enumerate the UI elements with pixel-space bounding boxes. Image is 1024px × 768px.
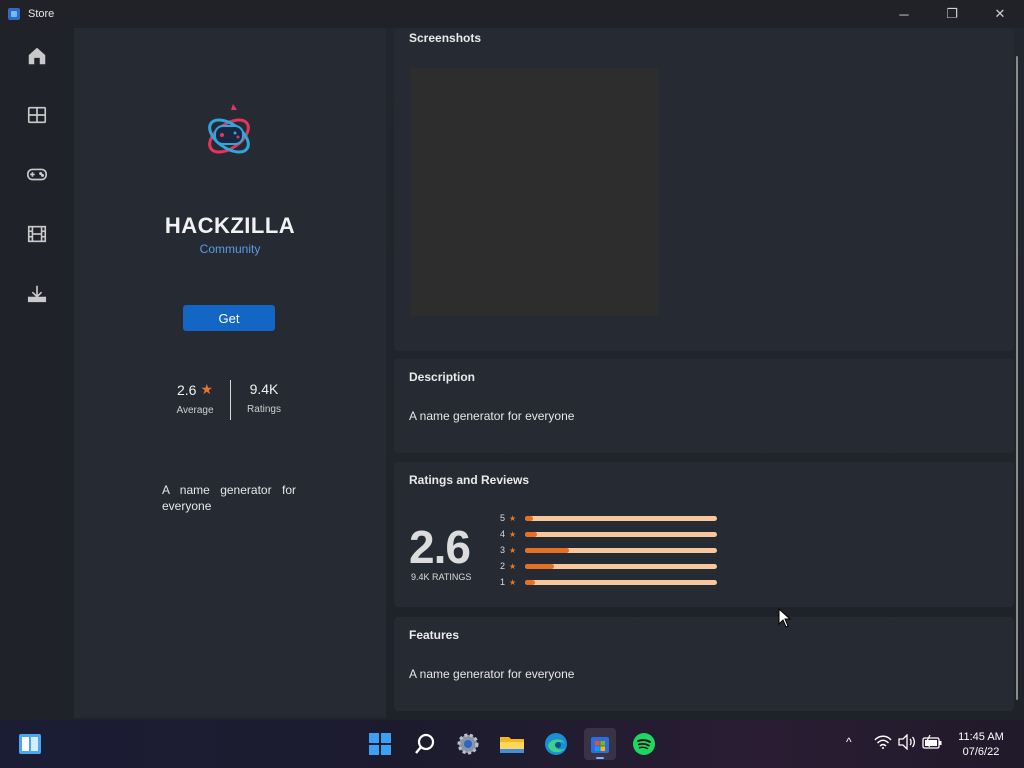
spotify-button[interactable] (628, 728, 660, 760)
features-heading: Features (409, 628, 460, 642)
start-button[interactable] (364, 728, 396, 760)
rating-bar-fill (525, 579, 535, 585)
apps-grid-icon (27, 106, 47, 124)
start-icon (369, 733, 391, 755)
screenshots-section: Screenshots (394, 28, 1014, 351)
film-icon (27, 225, 47, 243)
description-section: Description A name generator for everyon… (394, 359, 1014, 453)
short-description: A name generator for everyone (162, 483, 296, 513)
app-title: HACKZILLA (164, 213, 296, 238)
rating-bar-fill (525, 531, 537, 537)
rating-bar-fill (525, 547, 570, 553)
ratings-heading: Ratings and Reviews (409, 473, 530, 487)
publisher-link[interactable]: Community (74, 242, 386, 256)
settings-button[interactable] (452, 728, 484, 760)
sidebar-item-movies[interactable] (22, 219, 52, 249)
app-logo (208, 104, 250, 154)
stat-divider (230, 380, 231, 420)
screenshot-thumbnail[interactable] (410, 68, 658, 316)
mouse-cursor-icon (778, 608, 792, 628)
widgets-button[interactable] (14, 728, 46, 760)
search-icon (415, 733, 435, 754)
rating-bar-track (525, 531, 717, 537)
star-icon: ★ (200, 381, 214, 397)
rating-bar-fill (525, 563, 554, 569)
app-details-panel: HACKZILLA Community Get 2.6 ★ Average 9.… (74, 28, 386, 718)
minimize-button[interactable]: ─ (880, 0, 928, 28)
sidebar-item-apps[interactable] (22, 100, 52, 130)
get-button[interactable]: Get (183, 305, 275, 331)
widgets-icon (19, 734, 41, 754)
star-icon: ★ (509, 545, 517, 555)
clock-date: 07/6/22 (962, 746, 1000, 758)
big-rating-value: 2.6 (409, 521, 471, 573)
average-rating-value: 2.6 (176, 381, 197, 398)
tray-chevron-icon[interactable]: ^ (846, 735, 860, 749)
battery-icon[interactable] (922, 734, 942, 750)
ratings-count-value: 9.4K (249, 381, 279, 397)
settings-icon (457, 733, 479, 755)
rating-bar-row: 4 ★ (500, 529, 717, 539)
rating-bar-stars-label: 5 (500, 513, 506, 523)
edge-icon (545, 733, 567, 755)
star-icon: ★ (509, 577, 517, 587)
home-icon (28, 47, 46, 65)
clock-time: 11:45 AM (958, 731, 1004, 743)
maximize-button[interactable]: ❐ (928, 0, 976, 28)
window-title: Store (28, 8, 55, 20)
spotify-icon (633, 733, 655, 755)
title-bar: Store ─ ❐ ✕ (0, 0, 1024, 28)
rating-bar-fill (525, 515, 533, 521)
edge-button[interactable] (540, 728, 572, 760)
rating-bar-stars-label: 3 (500, 545, 506, 555)
close-button[interactable]: ✕ (976, 0, 1024, 28)
rating-bar-stars-label: 2 (500, 561, 506, 571)
window-controls: ─ ❐ ✕ (880, 0, 1024, 28)
rating-bar-track (525, 563, 717, 569)
rating-bar-track (525, 547, 717, 553)
features-section: Features A name generator for everyone (394, 617, 1014, 711)
rating-bar-row: 2 ★ (500, 561, 717, 571)
search-button[interactable] (409, 728, 441, 760)
rating-bar-stars-label: 1 (500, 577, 506, 587)
volume-icon[interactable] (898, 734, 916, 750)
taskbar: ^ 11:45 AM 07/6/22 (0, 720, 1024, 768)
store-icon (591, 737, 609, 753)
star-icon: ★ (509, 561, 517, 571)
rating-bar-row: 1 ★ (500, 577, 717, 587)
rating-bar-track (525, 515, 717, 521)
ratings-count-label: Ratings (247, 404, 281, 415)
download-icon (27, 285, 47, 303)
rating-bar-track (525, 579, 717, 585)
average-rating-stat: 2.6 ★ Average (170, 381, 220, 416)
sidebar-nav (0, 28, 74, 720)
screenshots-heading: Screenshots (409, 31, 482, 45)
rating-bar-row: 5 ★ (500, 513, 717, 523)
taskbar-clock[interactable]: 11:45 AM 07/6/22 (950, 730, 1012, 760)
sidebar-item-library[interactable] (22, 279, 52, 309)
average-rating-label: Average (176, 405, 214, 416)
store-taskbar-button[interactable] (584, 728, 616, 760)
sidebar-item-home[interactable] (22, 41, 52, 71)
ratings-count-caption: 9.4K RATINGS (411, 572, 472, 582)
system-tray: ^ (846, 734, 942, 750)
gamepad-icon (27, 168, 47, 181)
star-icon: ★ (509, 529, 517, 539)
file-explorer-button[interactable] (496, 728, 528, 760)
sidebar-item-gaming[interactable] (22, 159, 52, 189)
wifi-icon[interactable] (874, 734, 892, 750)
star-icon: ★ (509, 513, 517, 523)
file-explorer-icon (500, 737, 524, 753)
rating-bar-row: 3 ★ (500, 545, 717, 555)
ratings-section: Ratings and Reviews 2.6 9.4K RATINGS 5 ★ 4… (394, 462, 1014, 607)
rating-bar-stars-label: 4 (500, 529, 506, 539)
store-window: Store ─ ❐ ✕ HACKZILLA Community Get 2.6 … (0, 0, 1024, 720)
ratings-count-stat: 9.4K Ratings (240, 381, 288, 415)
store-app-icon (8, 8, 20, 20)
vertical-scrollbar[interactable] (1016, 56, 1018, 700)
description-heading: Description (409, 370, 476, 384)
features-text: A name generator for everyone (409, 667, 575, 681)
description-text: A name generator for everyone (409, 409, 575, 423)
